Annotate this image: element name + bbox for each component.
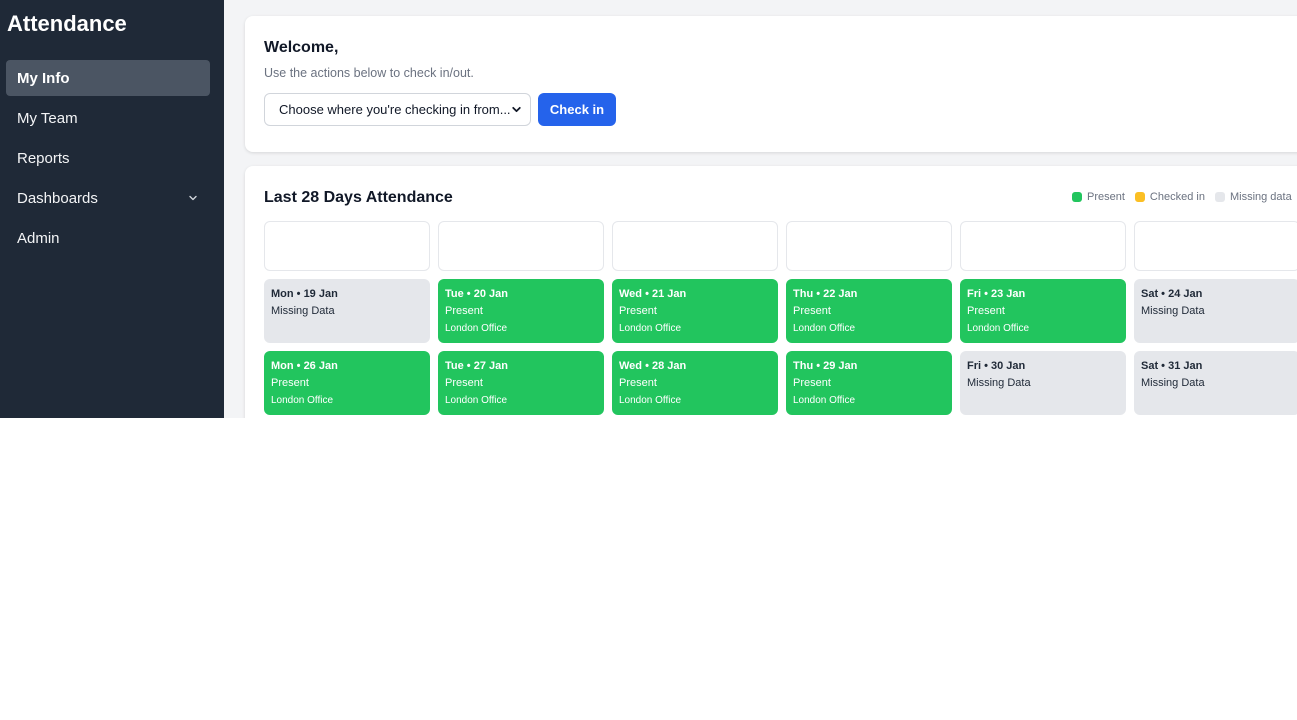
- sidebar-nav: My Info My Team Reports Dashboards Admin: [6, 60, 210, 260]
- day-cell[interactable]: Tue • 27 Jan Present London Office: [438, 351, 604, 415]
- day-status: Missing Data: [967, 377, 1031, 389]
- sidebar-item-admin[interactable]: Admin: [6, 220, 210, 256]
- day-date: Thu • 22 Jan: [793, 288, 858, 300]
- day-date: Thu • 29 Jan: [793, 360, 858, 372]
- check-in-button[interactable]: Check in: [538, 93, 616, 126]
- location-select-value: Choose where you're checking in from...: [279, 102, 511, 117]
- legend-swatch: [1214, 192, 1225, 202]
- day-cell-empty: [264, 221, 430, 271]
- day-location: London Office: [619, 323, 682, 334]
- day-cell-empty: [960, 221, 1126, 271]
- day-cell[interactable]: Wed • 21 Jan Present London Office: [612, 279, 778, 343]
- day-date: Sat • 24 Jan: [1141, 288, 1203, 300]
- attendance-legend: Present Checked in Missing data: [1072, 191, 1297, 203]
- day-location: London Office: [967, 323, 1030, 334]
- welcome-subtitle: Use the actions below to check in/out.: [264, 66, 474, 80]
- legend-label: Missing data: [1229, 191, 1292, 203]
- day-cell[interactable]: Thu • 22 Jan Present London Office: [786, 279, 952, 343]
- day-status: Missing Data: [1141, 377, 1205, 389]
- day-location: London Office: [445, 323, 508, 334]
- legend-label: Present: [1087, 191, 1125, 203]
- sidebar-item-my-info[interactable]: My Info: [6, 60, 210, 96]
- day-status: Missing Data: [271, 305, 335, 317]
- chevron-down-icon: [511, 104, 522, 115]
- chevron-down-icon: [188, 193, 198, 203]
- day-location: London Office: [619, 395, 682, 406]
- day-date: Tue • 27 Jan: [445, 360, 508, 372]
- day-cell[interactable]: Mon • 26 Jan Present London Office: [264, 351, 430, 415]
- day-cell-empty: [786, 221, 952, 271]
- day-cell[interactable]: Fri • 30 Jan Missing Data: [960, 351, 1126, 415]
- day-cell[interactable]: Sat • 24 Jan Missing Data: [1134, 279, 1297, 343]
- day-cell-empty: [1134, 221, 1297, 271]
- day-status: Present: [619, 305, 657, 317]
- sidebar-item-label: Reports: [17, 149, 70, 167]
- attendance-card: Last 28 Days Attendance Present Checked …: [245, 166, 1297, 418]
- legend-label: Checked in: [1149, 191, 1205, 203]
- day-location: London Office: [793, 395, 856, 406]
- day-date: Tue • 20 Jan: [445, 288, 508, 300]
- welcome-card: Welcome, Use the actions below to check …: [245, 16, 1297, 152]
- main-content: Welcome, Use the actions below to check …: [224, 0, 1297, 418]
- day-status: Present: [619, 377, 657, 389]
- day-cell-empty: [438, 221, 604, 271]
- day-location: London Office: [793, 323, 856, 334]
- app: Attendance My Info My Team Reports Dashb…: [0, 0, 1297, 418]
- day-status: Present: [793, 377, 831, 389]
- sidebar-item-label: Dashboards: [17, 189, 98, 207]
- day-date: Wed • 21 Jan: [619, 288, 687, 300]
- day-cell[interactable]: Thu • 29 Jan Present London Office: [786, 351, 952, 415]
- sidebar-item-label: My Team: [17, 109, 78, 127]
- day-status: Present: [967, 305, 1005, 317]
- sidebar-item-label: My Info: [17, 69, 70, 87]
- day-cell[interactable]: Sat • 31 Jan Missing Data: [1134, 351, 1297, 415]
- day-status: Missing Data: [1141, 305, 1205, 317]
- day-status: Present: [793, 305, 831, 317]
- sidebar-item-my-team[interactable]: My Team: [6, 100, 210, 136]
- location-select[interactable]: Choose where you're checking in from...: [264, 93, 531, 126]
- day-date: Fri • 30 Jan: [967, 360, 1026, 372]
- day-cell-empty: [612, 221, 778, 271]
- sidebar-item-dashboards[interactable]: Dashboards: [6, 180, 210, 216]
- app-title: Attendance: [7, 11, 127, 36]
- sidebar: Attendance My Info My Team Reports Dashb…: [0, 0, 224, 418]
- day-location: London Office: [271, 395, 334, 406]
- legend-swatch: [1134, 192, 1145, 202]
- day-date: Mon • 19 Jan: [271, 288, 338, 300]
- day-date: Fri • 23 Jan: [967, 288, 1026, 300]
- day-cell[interactable]: Tue • 20 Jan Present London Office: [438, 279, 604, 343]
- sidebar-item-label: Admin: [17, 229, 60, 247]
- day-status: Present: [445, 305, 483, 317]
- legend-item-missing-data: Missing data: [1214, 191, 1292, 203]
- day-cell[interactable]: Wed • 28 Jan Present London Office: [612, 351, 778, 415]
- legend-swatch: [1072, 192, 1082, 202]
- legend-item-checked-in: Checked in: [1134, 191, 1205, 203]
- attendance-title: Last 28 Days Attendance: [264, 189, 453, 206]
- day-date: Wed • 28 Jan: [619, 360, 687, 372]
- welcome-title: Welcome,: [264, 39, 339, 56]
- sidebar-item-reports[interactable]: Reports: [6, 140, 210, 176]
- day-date: Sat • 31 Jan: [1141, 360, 1203, 372]
- attendance-grid: Mon • 19 Jan Missing Data Tue • 20 Jan P…: [264, 221, 1297, 415]
- day-status: Present: [445, 377, 483, 389]
- day-cell[interactable]: Mon • 19 Jan Missing Data: [264, 279, 430, 343]
- legend-item-present: Present: [1072, 191, 1125, 203]
- day-cell[interactable]: Fri • 23 Jan Present London Office: [960, 279, 1126, 343]
- day-date: Mon • 26 Jan: [271, 360, 338, 372]
- day-status: Present: [271, 377, 309, 389]
- day-location: London Office: [445, 395, 508, 406]
